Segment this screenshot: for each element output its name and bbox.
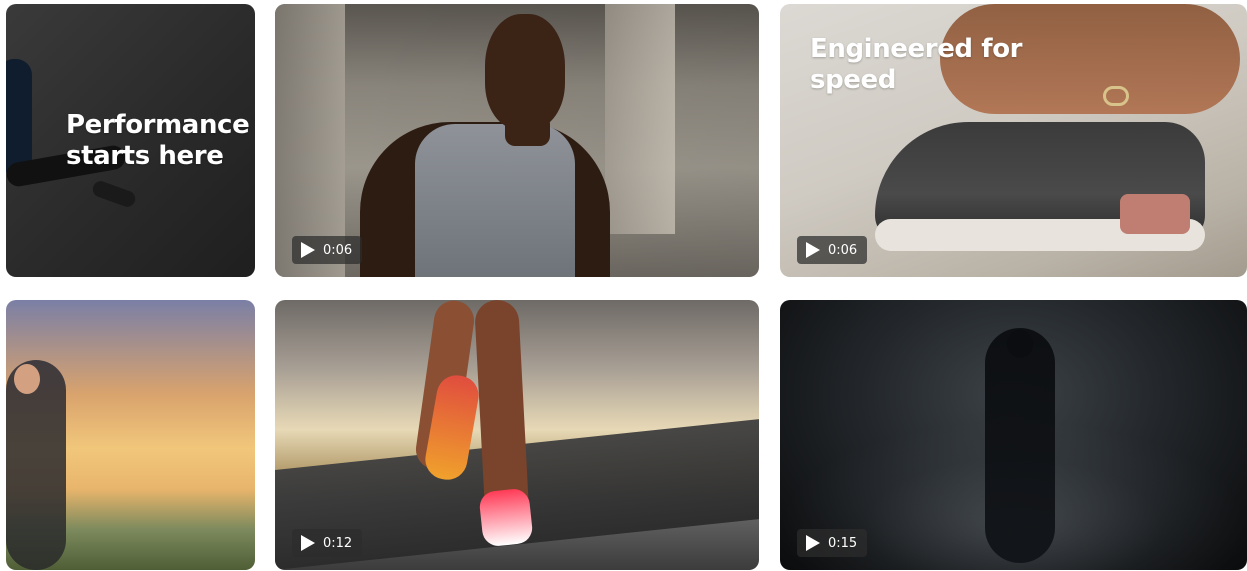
runner-figure [6, 59, 32, 174]
sneaker-heel-tab [1120, 194, 1190, 234]
video-duration: 0:06 [828, 242, 858, 258]
concrete-pillar [605, 4, 675, 234]
play-icon [806, 242, 820, 258]
video-duration-badge: 0:06 [292, 236, 363, 264]
media-tile-engineered-for-speed[interactable]: Engineered for speed 0:06 [780, 4, 1247, 277]
media-tile-performance[interactable]: Performance starts here [6, 4, 255, 277]
video-duration: 0:15 [828, 535, 858, 551]
runner-head [1007, 330, 1033, 358]
play-icon [806, 535, 820, 551]
media-tile-road-running[interactable]: 0:12 [275, 300, 759, 570]
video-duration-badge: 0:12 [292, 529, 363, 557]
video-duration: 0:12 [323, 535, 353, 551]
athlete-head [485, 14, 565, 129]
ring [1103, 86, 1129, 106]
play-icon [301, 242, 315, 258]
media-tile-athlete-portrait[interactable]: 0:06 [275, 4, 759, 277]
running-shoe [478, 487, 534, 548]
tile-headline: Performance starts here [66, 110, 250, 171]
play-icon [301, 535, 315, 551]
video-duration-badge: 0:06 [797, 236, 868, 264]
media-tile-sunset-runner[interactable] [6, 300, 255, 570]
media-gallery-grid: Performance starts here 0:06 Engineered … [0, 0, 1247, 571]
video-duration: 0:06 [323, 242, 353, 258]
runner-head [14, 364, 40, 394]
media-tile-silhouette-runner[interactable]: 0:15 [780, 300, 1247, 570]
runner-figure [6, 360, 66, 570]
video-duration-badge: 0:15 [797, 529, 868, 557]
tile-headline: Engineered for speed [810, 34, 1023, 95]
runner-silhouette [985, 328, 1055, 563]
athlete-tank-top [415, 124, 575, 277]
